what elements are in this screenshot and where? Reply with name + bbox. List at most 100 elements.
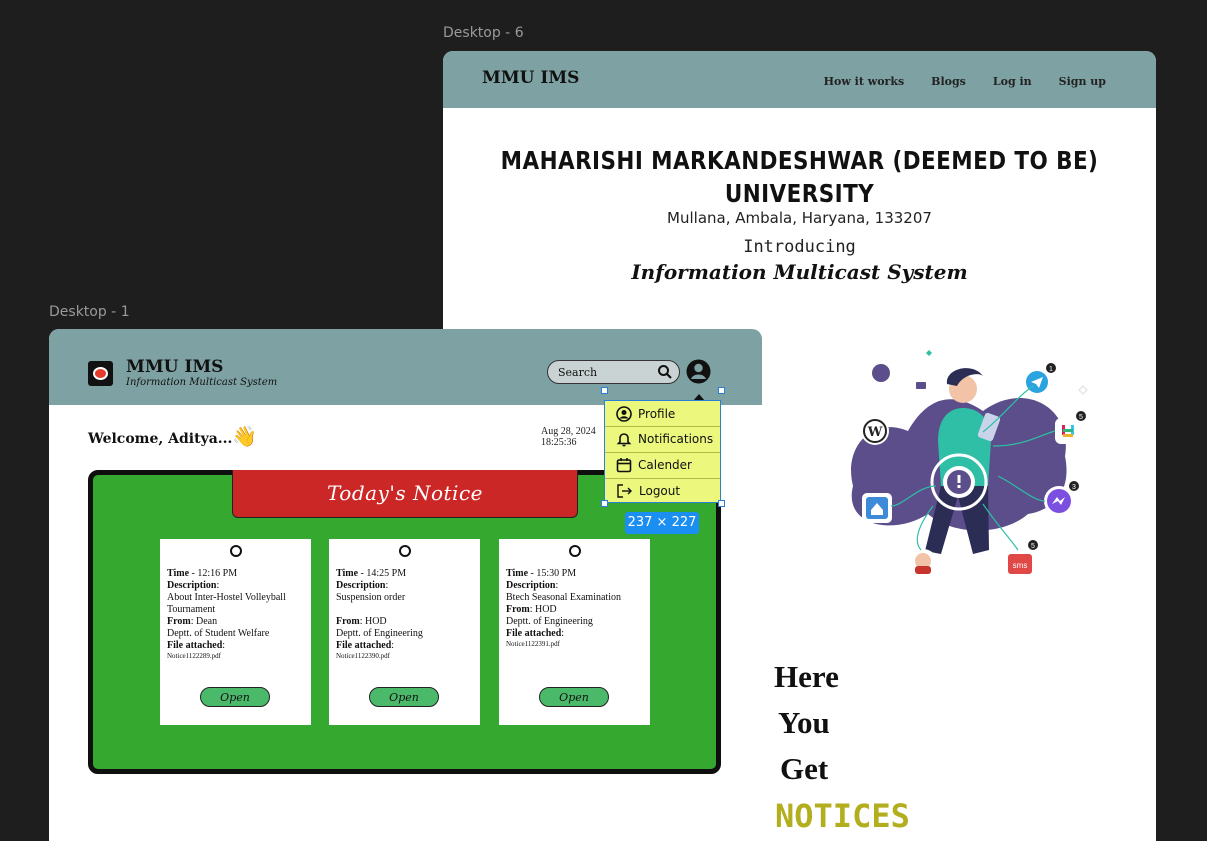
notice-time: 14:25 PM xyxy=(366,568,407,579)
selection-dimensions-badge: 237 × 227 xyxy=(625,512,699,534)
selection-handle[interactable] xyxy=(718,500,725,507)
notice-from-dept: Deptt. of Engineering xyxy=(336,628,423,639)
selection-handle[interactable] xyxy=(718,387,725,394)
wordpress-icon: W xyxy=(861,417,889,445)
menu-label-logout: Logout xyxy=(639,484,681,498)
notice-file[interactable]: Notice1122390.pdf xyxy=(336,652,476,661)
notice-description: Btech Seasonal Examination xyxy=(506,592,621,603)
slack-icon: 5 xyxy=(1055,411,1086,444)
telegram-badge: 1 xyxy=(1049,366,1053,373)
dashboard-navbar: MMU IMS Information Multicast System xyxy=(49,329,762,405)
notice-time: 12:16 PM xyxy=(197,568,238,579)
pin-icon xyxy=(569,545,581,557)
notice-card: Time - 15:30 PM Description: Btech Seaso… xyxy=(499,539,650,725)
selection-handle[interactable] xyxy=(601,387,608,394)
notice-description: About Inter-Hostel Volleyball Tournament xyxy=(167,592,286,615)
pin-icon xyxy=(230,545,242,557)
frame-label-desktop-1[interactable]: Desktop - 1 xyxy=(49,304,130,320)
dashboard-brand[interactable]: MMU IMS xyxy=(126,357,223,377)
landing-navbar: MMU IMS How it works Blogs Log in Sign u… xyxy=(443,51,1156,108)
current-time: 18:25:36 xyxy=(541,437,577,448)
university-name-line-2: UNIVERSITY xyxy=(724,179,875,208)
notice-details: Time - 14:25 PM Description: Suspension … xyxy=(336,568,476,661)
user-avatar-icon[interactable] xyxy=(686,359,711,384)
university-logo xyxy=(88,361,113,386)
search-input[interactable] xyxy=(556,365,655,380)
welcome-message: Welcome, Aditya...👋 xyxy=(88,424,257,448)
menu-item-calender[interactable]: Calender xyxy=(605,452,720,477)
user-circle-icon xyxy=(616,405,632,422)
notice-card: Time - 14:25 PM Description: Suspension … xyxy=(329,539,480,725)
waving-hand-icon: 👋 xyxy=(232,424,258,448)
university-address: Mullana, Ambala, Haryana, 133207 xyxy=(667,209,932,227)
open-notice-button[interactable]: Open xyxy=(539,687,609,707)
sms-label: sms xyxy=(1013,561,1028,570)
notice-time: 15:30 PM xyxy=(536,568,577,579)
menu-label-calender: Calender xyxy=(638,458,692,472)
open-notice-button[interactable]: Open xyxy=(369,687,439,707)
file-label: File attached xyxy=(167,640,223,651)
notice-card: Time - 12:16 PM Description: About Inter… xyxy=(160,539,311,725)
file-label: File attached xyxy=(506,628,562,639)
nav-how-it-works[interactable]: How it works xyxy=(824,75,905,88)
notice-from-role: HOD xyxy=(534,604,557,615)
from-label: From xyxy=(167,616,191,627)
description-label: Description xyxy=(336,580,386,591)
notice-from-role: Dean xyxy=(195,616,218,627)
profile-dropdown-menu: Profile Notifications Calender Logout xyxy=(604,400,721,503)
slack-badge: 5 xyxy=(1079,414,1083,421)
university-name-line-1: MAHARISHI MARKANDESHWAR (DEEMED TO BE) xyxy=(500,146,1099,175)
frame-label-desktop-6[interactable]: Desktop - 6 xyxy=(443,25,524,41)
open-notice-button[interactable]: Open xyxy=(200,687,270,707)
tagline-notices: NOTICES xyxy=(775,797,910,835)
notice-file[interactable]: Notice1122289.pdf xyxy=(167,652,307,661)
from-label: From xyxy=(506,604,530,615)
selection-handle[interactable] xyxy=(601,500,608,507)
thumbs-up-icon xyxy=(911,374,931,394)
notice-file[interactable]: Notice1122391.pdf xyxy=(506,640,646,649)
tagline-here: Here xyxy=(774,659,839,694)
notice-from-dept: Deptt. of Student Welfare xyxy=(167,628,270,639)
current-datetime: Aug 28, 2024 18:25:36 xyxy=(541,426,596,448)
notice-details: Time - 15:30 PM Description: Btech Seaso… xyxy=(506,568,646,649)
menu-item-notifications[interactable]: Notifications xyxy=(605,426,720,451)
calendar-icon xyxy=(616,458,632,473)
jenkins-icon xyxy=(908,549,938,579)
search-icon[interactable] xyxy=(657,364,673,380)
svg-text:W: W xyxy=(867,425,883,440)
system-name: Information Multicast System xyxy=(631,260,968,284)
nav-log-in[interactable]: Log in xyxy=(993,75,1032,88)
menu-item-profile[interactable]: Profile xyxy=(605,401,720,426)
home-app-icon xyxy=(862,493,892,523)
tagline-get: Get xyxy=(780,751,829,786)
landing-nav-links: How it works Blogs Log in Sign up xyxy=(824,75,1106,88)
notice-details: Time - 12:16 PM Description: About Inter… xyxy=(167,568,307,661)
nav-blogs[interactable]: Blogs xyxy=(931,75,966,88)
tagline-you: You xyxy=(778,705,830,740)
introducing-text: Introducing xyxy=(743,237,856,257)
sms-icon: sms 5 xyxy=(1005,540,1038,579)
notice-board-title: Today's Notice xyxy=(232,470,578,518)
current-date: Aug 28, 2024 xyxy=(541,426,596,437)
dashboard-subbrand: Information Multicast System xyxy=(126,377,278,388)
time-label: Time xyxy=(506,568,529,579)
telegram-icon: 1 xyxy=(1023,363,1056,396)
file-label: File attached xyxy=(336,640,392,651)
bell-icon xyxy=(616,433,632,447)
description-label: Description xyxy=(506,580,556,591)
menu-label-notifications: Notifications xyxy=(638,432,714,446)
pin-icon xyxy=(399,545,411,557)
from-label: From xyxy=(336,616,360,627)
time-label: Time xyxy=(167,568,190,579)
notice-description: Suspension order xyxy=(336,592,406,603)
time-label: Time xyxy=(336,568,359,579)
sms-badge: 5 xyxy=(1031,543,1035,550)
menu-item-logout[interactable]: Logout xyxy=(605,478,720,503)
description-label: Description xyxy=(167,580,217,591)
search-box[interactable] xyxy=(547,360,680,384)
nav-sign-up[interactable]: Sign up xyxy=(1059,75,1106,88)
notice-from-role: HOD xyxy=(364,616,387,627)
university-name: MAHARISHI MARKANDESHWAR (DEEMED TO BE) U… xyxy=(493,144,1106,210)
logout-icon xyxy=(617,484,632,498)
landing-brand[interactable]: MMU IMS xyxy=(482,68,579,88)
